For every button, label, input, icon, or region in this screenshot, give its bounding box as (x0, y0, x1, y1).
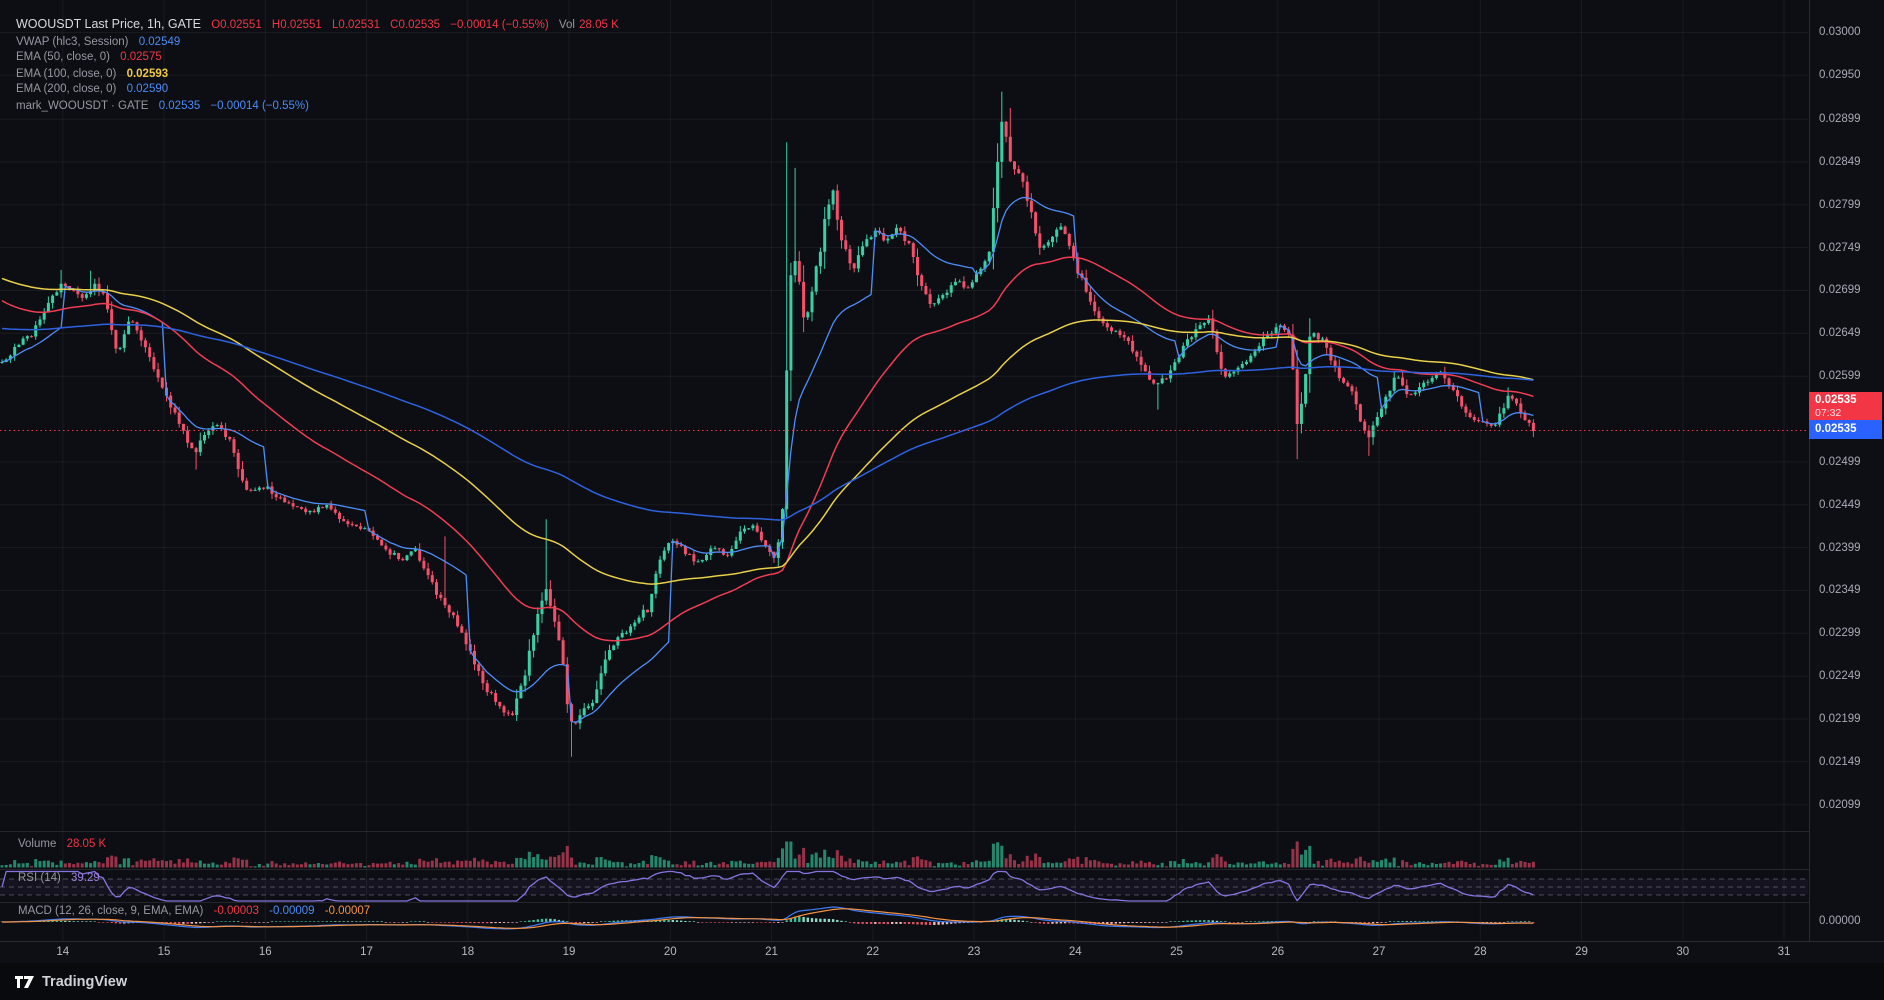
ohlc-low: L0.02531 (332, 19, 380, 31)
time-axis-label: 23 (967, 946, 981, 958)
vwap-value: 0.02549 (138, 36, 181, 48)
ohlc-close: C0.02535 (390, 19, 441, 31)
tradingview-logo-link[interactable]: TradingView (14, 974, 127, 990)
price-axis-label: 0.02349 (1819, 584, 1861, 597)
time-axis-label: 31 (1777, 946, 1791, 958)
symbol-title: WOOUSDT Last Price, 1h, GATE (16, 17, 201, 31)
chart-layers (0, 0, 1884, 1000)
time-axis-label: 24 (1068, 946, 1082, 958)
time-axis[interactable] (0, 941, 1884, 964)
legend-mark-row[interactable]: mark_WOOUSDT · GATE 0.02535 −0.00014 (−0… (16, 100, 316, 112)
price-axis-label: 0.02149 (1819, 755, 1861, 768)
macd-signal-value: -0.00007 (324, 905, 371, 917)
price-axis-label: 0.02399 (1819, 541, 1861, 554)
ema100-name: EMA (100, close, 0) (16, 68, 117, 80)
vwap-name: VWAP (hlc3, Session) (16, 36, 129, 48)
time-axis-label: 15 (157, 946, 171, 958)
time-axis-label: 28 (1473, 946, 1487, 958)
legend-ema100-row[interactable]: EMA (100, close, 0) 0.02593 (16, 68, 175, 80)
rsi-value: 39.29 (71, 872, 100, 884)
ohlc-high: H0.02551 (271, 19, 322, 31)
rsi-pane-title[interactable]: RSI (14) 39.29 (18, 872, 107, 884)
ema100-value: 0.02593 (126, 68, 169, 80)
legend-ema200-row[interactable]: EMA (200, close, 0) 0.02590 (16, 83, 175, 95)
ema200-name: EMA (200, close, 0) (16, 83, 117, 95)
price-axis-label: 0.03000 (1819, 26, 1861, 39)
macd-line-value: -0.00009 (269, 905, 315, 917)
price-chart-canvas[interactable] (0, 0, 1884, 1000)
mark-change: −0.00014 (−0.55%) (210, 100, 309, 112)
tradingview-brand-text: TradingView (42, 973, 128, 990)
volume-label: Volume (18, 838, 57, 850)
footer-bar: TradingView (0, 963, 1884, 1000)
mark-value: 0.02535 (158, 100, 201, 112)
price-axis-label: 0.02099 (1819, 798, 1861, 811)
last-price-tag: 0.02535 07:32 (1809, 392, 1882, 420)
time-axis-label: 30 (1676, 946, 1690, 958)
macd-zero-label: 0.00000 (1819, 915, 1861, 927)
price-axis[interactable]: 0.03000 0.02950 0.02899 0.02849 0.02799 0.027… (1809, 0, 1884, 941)
price-axis-label: 0.02749 (1819, 241, 1861, 254)
price-axis-label: 0.02449 (1819, 498, 1861, 511)
price-axis-label: 0.02699 (1819, 284, 1861, 297)
time-axis-label: 16 (258, 946, 272, 958)
time-axis-label: 22 (866, 946, 880, 958)
rsi-label: RSI (14) (18, 872, 61, 884)
vol-label: Vol (558, 19, 575, 31)
time-axis-label: 18 (461, 946, 475, 958)
price-axis-label: 0.02899 (1819, 113, 1861, 126)
legend-ema50-row[interactable]: EMA (50, close, 0) 0.02575 (16, 51, 169, 63)
price-axis-label: 0.02249 (1819, 670, 1861, 683)
price-axis-label: 0.02299 (1819, 627, 1861, 640)
bar-countdown: 07:32 (1815, 407, 1842, 419)
price-axis-label: 0.02649 (1819, 327, 1861, 340)
tradingview-chart-window: 0.03000 0.02950 0.02899 0.02849 0.02799 0.027… (0, 0, 1884, 1000)
ema200-value: 0.02590 (126, 83, 169, 95)
time-axis-label: 17 (360, 946, 373, 958)
price-axis-label: 0.02499 (1819, 455, 1861, 468)
last-price-value: 0.02535 (1815, 394, 1857, 406)
time-axis-label: 21 (765, 946, 778, 958)
price-axis-label: 0.02849 (1819, 155, 1861, 168)
legend-vwap-row[interactable]: VWAP (hlc3, Session) 0.02549 (16, 36, 187, 48)
ema50-name: EMA (50, close, 0) (16, 51, 110, 63)
mark-price-value: 0.02535 (1815, 423, 1857, 435)
price-axis-label: 0.02599 (1819, 370, 1861, 383)
time-axis-label: 14 (56, 946, 70, 958)
ema50-value: 0.02575 (120, 51, 162, 63)
tradingview-logo-icon (15, 975, 34, 988)
legend-symbol-row[interactable]: WOOUSDT Last Price, 1h, GATE O0.02551 H0… (16, 17, 626, 31)
volume-pane-title[interactable]: Volume 28.05 K (18, 838, 113, 850)
time-axis-label: 19 (562, 946, 576, 958)
ohlc-open: O0.02551 (211, 19, 262, 31)
change-value: −0.00014 (−0.55%) (450, 19, 549, 31)
price-axis-label: 0.02199 (1819, 712, 1861, 725)
mark-name: mark_WOOUSDT · GATE (16, 100, 149, 112)
vol-value: 28.05 K (579, 19, 619, 31)
macd-pane-title[interactable]: MACD (12, 26, close, 9, EMA, EMA) -0.000… (18, 905, 377, 917)
time-axis-label: 29 (1575, 946, 1588, 958)
time-axis-label: 20 (663, 946, 677, 958)
time-axis-label: 26 (1271, 946, 1285, 958)
price-axis-label: 0.02799 (1819, 198, 1861, 211)
volume-value: 28.05 K (66, 838, 107, 850)
mark-price-tag: 0.02535 (1809, 420, 1882, 439)
macd-label: MACD (12, 26, close, 9, EMA, EMA) (18, 905, 204, 917)
macd-hist-value: -0.00003 (213, 905, 259, 917)
time-axis-label: 27 (1372, 946, 1386, 958)
time-axis-label: 25 (1170, 946, 1183, 958)
price-axis-label: 0.02950 (1819, 69, 1861, 82)
